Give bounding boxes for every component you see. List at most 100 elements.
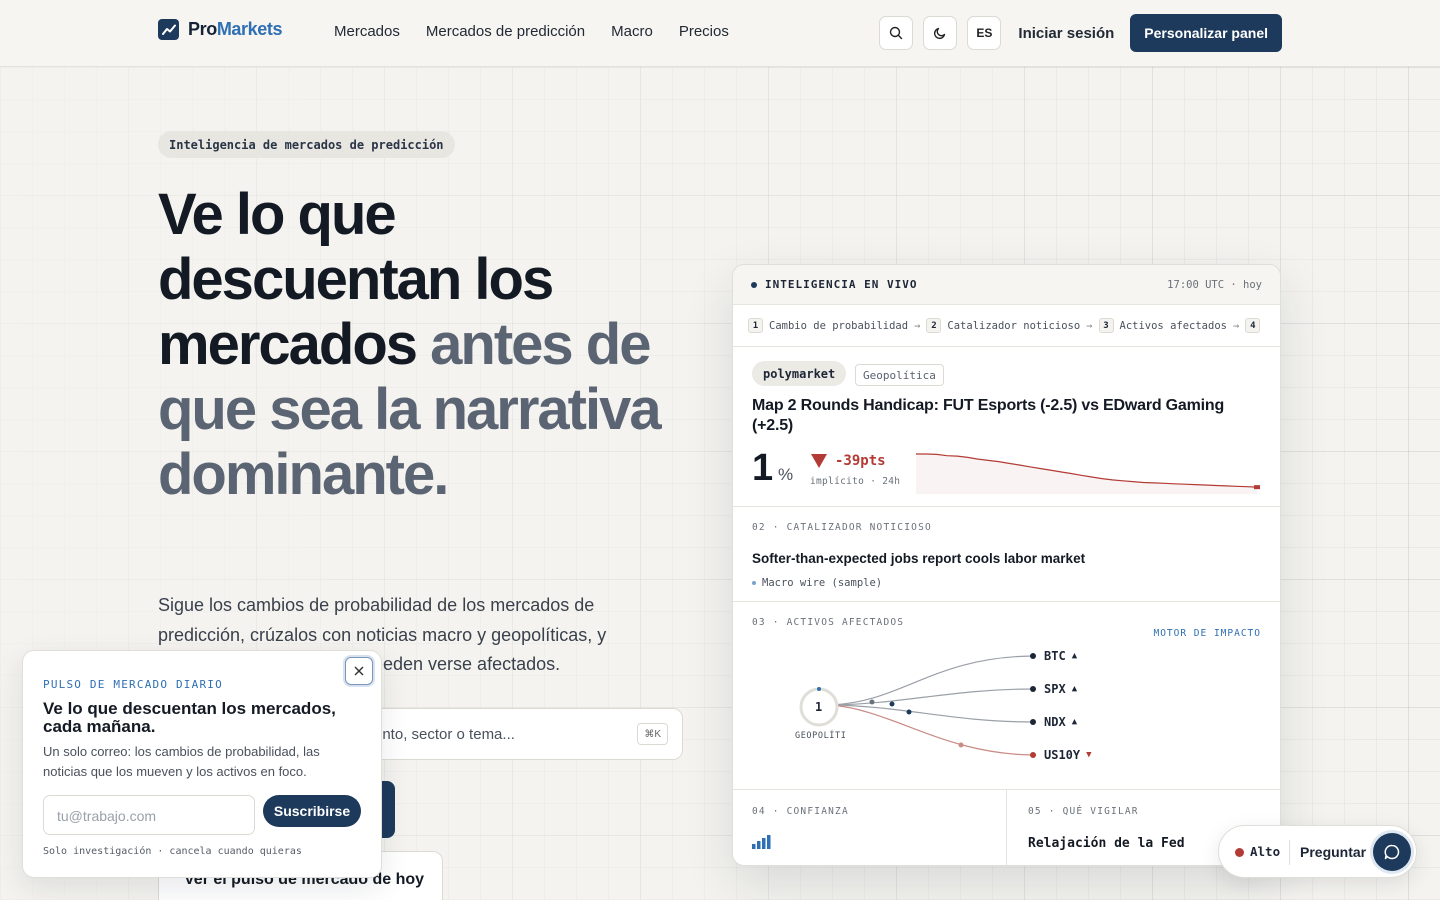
ask-label[interactable]: Preguntar <box>1300 844 1366 860</box>
source-badge: polymarket <box>752 361 847 386</box>
step-number: 3 <box>1098 318 1114 333</box>
brand-logo[interactable]: ProMarkets <box>158 19 282 40</box>
source-node-value: 1 <box>815 700 823 714</box>
asset-item-ndx[interactable]: NDX ▲ <box>1044 715 1077 729</box>
popup-body: Un solo correo: los cambios de probabili… <box>43 744 320 779</box>
login-link[interactable]: Iniciar sesión <box>1018 25 1114 42</box>
newsletter-popup: PULSO DE MERCADO DIARIO Ve lo que descue… <box>22 650 382 878</box>
nav-links: Mercados Mercados de predicción Macro Pr… <box>334 23 729 40</box>
search-icon <box>890 26 903 40</box>
customize-panel-button[interactable]: Personalizar panel <box>1130 14 1282 52</box>
delta-meta: implícito · 24h <box>810 476 901 487</box>
popup-eyebrow: PULSO DE MERCADO DIARIO <box>43 678 223 691</box>
news-catalyst-section: 02 · CATALIZADOR NOTICIOSO Softer-than-e… <box>733 507 1280 602</box>
catalyst-title[interactable]: Softer-than-expected jobs report cools l… <box>752 551 1085 566</box>
moon-icon <box>934 27 946 40</box>
nav-link-mercados[interactable]: Mercados <box>334 23 400 40</box>
ask-divider <box>1289 840 1290 865</box>
nav-actions: ES Iniciar sesión Personalizar panel <box>879 14 1282 52</box>
probability-value: 1 <box>752 447 774 489</box>
probability-sparkline <box>916 453 1260 494</box>
hero-eyebrow: Inteligencia de mercados de predicción <box>158 131 455 158</box>
nav-link-macro[interactable]: Macro <box>611 23 653 40</box>
catalyst-source: Macro wire (sample) <box>752 577 882 589</box>
step-number: 1 <box>748 318 763 333</box>
close-icon <box>354 666 364 676</box>
confidence-bar <box>757 841 761 849</box>
pipeline-steps: 1 Cambio de probabilidad → 2 Catalizador n… <box>733 305 1280 347</box>
arrow-up-icon: ▲ <box>1071 684 1078 694</box>
catalyst-label: 02 · CATALIZADOR NOTICIOSO <box>752 522 932 533</box>
impact-graph <box>799 653 1036 758</box>
probability-delta: -39pts <box>811 453 886 469</box>
asset-name: US10Y <box>1044 748 1081 762</box>
email-field[interactable]: tu@trabajo.com <box>43 795 255 835</box>
watch-label: 05 · QUÉ VIGILAR <box>1028 806 1139 817</box>
confidence-label: 04 · CONFIANZA <box>752 806 849 817</box>
theme-toggle-button[interactable] <box>923 16 958 50</box>
arrow-right-icon: → <box>1086 319 1093 332</box>
triangle-down-icon <box>811 454 827 468</box>
watch-value: Relajación de la Fed <box>1028 836 1185 851</box>
chat-bubble-icon <box>1384 844 1400 860</box>
summary-footer: 04 · CONFIANZA 05 · QUÉ VIGILAR Relajaci… <box>733 790 1280 865</box>
source-dot <box>752 581 756 585</box>
asset-name: NDX <box>1044 715 1066 729</box>
asset-item-btc[interactable]: BTC ▲ <box>1044 649 1077 663</box>
brand-name-markets: Markets <box>216 19 283 39</box>
hero-subtitle-partial: eden verse afectados. <box>383 654 561 674</box>
catalyst-source-text: Macro wire (sample) <box>762 577 883 589</box>
card-header-time: 17:00 UTC · hoy <box>1167 279 1262 291</box>
probability-change-section: polymarket Geopolítica Map 2 Rounds Hand… <box>733 347 1280 507</box>
risk-level-label: Alto <box>1250 844 1281 859</box>
chart-trend-icon <box>158 19 179 40</box>
hero-search-placeholder: ento, sector o tema... <box>374 726 515 743</box>
search-button[interactable] <box>879 16 914 50</box>
step-number: 4 <box>1245 318 1261 333</box>
asset-item-spx[interactable]: SPX ▲ <box>1044 682 1077 696</box>
live-indicator <box>751 282 757 288</box>
asset-name: BTC <box>1044 649 1066 663</box>
delta-value: -39pts <box>835 453 886 469</box>
asset-name: SPX <box>1044 682 1066 696</box>
asset-item-us10y[interactable]: US10Y ▼ <box>1044 748 1092 762</box>
arrow-down-icon: ▼ <box>1086 750 1092 760</box>
affected-assets-section: 03 · ACTIVOS AFECTADOS MOTOR DE IMPACTO … <box>733 602 1280 790</box>
step-label[interactable]: Catalizador noticioso <box>947 320 1080 332</box>
step-label[interactable]: Cambio de probabilidad <box>769 320 908 332</box>
category-badge: Geopolítica <box>855 364 944 386</box>
step-label[interactable]: Activos afectados <box>1120 320 1227 332</box>
popup-title: Ve lo que descuentan los mercados, cada … <box>43 699 336 736</box>
language-button[interactable]: ES <box>967 16 1002 50</box>
confidence-bar <box>752 844 756 849</box>
probability-unit: % <box>778 465 794 484</box>
brand-name-pro: Pro <box>188 19 217 39</box>
confidence-bar <box>762 838 766 849</box>
step-number: 2 <box>926 318 942 333</box>
hero-title: Ve lo que descuentan los mercados antes … <box>158 182 678 507</box>
subscribe-button[interactable]: Suscribirse <box>263 795 361 827</box>
search-shortcut-badge: ⌘K <box>637 723 668 745</box>
ask-widget[interactable]: Alto Preguntar <box>1218 825 1417 878</box>
arrow-up-icon: ▲ <box>1071 651 1078 661</box>
signal-bars-icon <box>752 835 771 849</box>
market-title[interactable]: Map 2 Rounds Handicap: FUT Esports (-2.5… <box>752 396 1257 436</box>
risk-level-dot <box>1235 848 1244 857</box>
arrow-right-icon: → <box>1232 319 1240 332</box>
arrow-right-icon: → <box>914 319 921 332</box>
arrow-up-icon: ▲ <box>1071 717 1078 727</box>
nav-link-precios[interactable]: Precios <box>679 23 729 40</box>
brand-name: ProMarkets <box>188 19 282 40</box>
confidence-bar <box>767 835 771 849</box>
close-button[interactable] <box>345 657 373 685</box>
live-intelligence-card: INTELIGENCIA EN VIVO 17:00 UTC · hoy 1 Ca… <box>732 264 1281 866</box>
source-node-label: GEOPOLÍTI <box>795 731 847 741</box>
popup-footnote: Solo investigación · cancela cuando quie… <box>43 846 302 857</box>
confidence-panel: 04 · CONFIANZA <box>733 790 1007 865</box>
card-header: INTELIGENCIA EN VIVO 17:00 UTC · hoy <box>733 265 1280 305</box>
chat-button[interactable] <box>1373 833 1411 871</box>
hero-subtitle-visible: Sigue los cambios de probabilidad de los… <box>158 595 607 645</box>
nav-link-mercados-prediccion[interactable]: Mercados de predicción <box>426 23 585 40</box>
sparkline-end-marker <box>1254 485 1260 490</box>
top-nav: ProMarkets Mercados Mercados de predicci… <box>0 0 1440 67</box>
